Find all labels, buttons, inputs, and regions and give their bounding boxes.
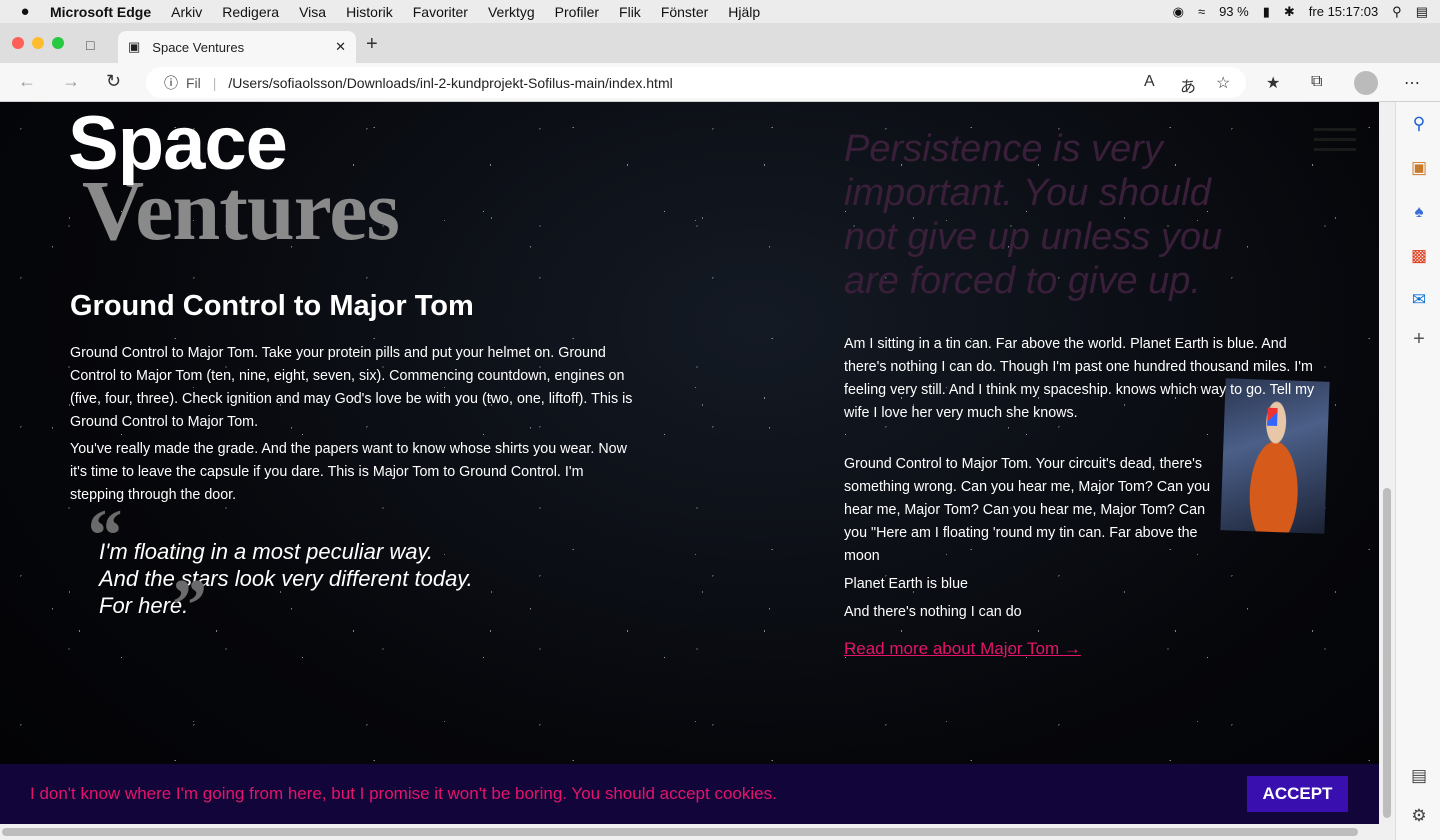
- more-menu-icon[interactable]: ⋯: [1404, 73, 1420, 93]
- search-icon[interactable]: ⚲: [1409, 114, 1429, 134]
- left-paragraph-2: You've really made the grade. And the pa…: [70, 441, 627, 503]
- horizontal-scrollbar[interactable]: [0, 824, 1379, 840]
- page-heading: Ground Control to Major Tom: [70, 290, 474, 322]
- logo-space: Space: [68, 102, 288, 186]
- reload-icon[interactable]: ↻: [106, 71, 121, 92]
- tab-bar: □ ▣ Space Ventures ✕ +: [0, 23, 1440, 63]
- right-paragraph-1: Am I sitting in a tin can. Far above the…: [844, 336, 1315, 421]
- menu-fonster[interactable]: Fönster: [661, 4, 708, 20]
- apple-icon[interactable]: ●: [0, 3, 50, 20]
- macos-menubar: ● Microsoft Edge Arkiv Redigera Visa His…: [0, 0, 1440, 23]
- right-paragraph-2: Ground Control to Major Tom. Your circui…: [844, 456, 1211, 564]
- panel-icon[interactable]: ▤: [1409, 766, 1429, 786]
- window-controls: [12, 37, 64, 49]
- battery-icon[interactable]: ▮: [1263, 4, 1270, 20]
- office-icon[interactable]: ▩: [1409, 246, 1429, 266]
- tab-title: Space Ventures: [152, 39, 245, 55]
- read-more-label[interactable]: Read more about Major Tom: [844, 639, 1059, 658]
- zoom-window-button[interactable]: [52, 37, 64, 49]
- settings-icon[interactable]: ⚙: [1409, 806, 1429, 826]
- accept-cookies-button[interactable]: ACCEPT: [1247, 776, 1348, 812]
- clock[interactable]: fre 15:17:03: [1309, 4, 1378, 19]
- quote-block: I'm floating in a most peculiar way. And…: [99, 538, 473, 619]
- menu-verktyg[interactable]: Verktyg: [488, 4, 535, 20]
- profile-avatar[interactable]: [1354, 71, 1378, 95]
- add-favorite-icon[interactable]: ☆: [1216, 73, 1230, 93]
- info-icon[interactable]: ⓘ: [164, 73, 178, 93]
- new-tab-icon[interactable]: +: [366, 33, 378, 56]
- left-paragraph-1: Ground Control to Major Tom. Take your p…: [70, 345, 633, 430]
- file-label: Fil: [186, 74, 201, 91]
- right-paragraph-3: Planet Earth is blue: [844, 576, 968, 592]
- address-bar[interactable]: ⓘ Fil | /Users/sofiaolsson/Downloads/inl…: [146, 67, 1246, 98]
- close-tab-icon[interactable]: ✕: [335, 39, 346, 55]
- scroll-thumb[interactable]: [2, 828, 1358, 836]
- creative-cloud-icon[interactable]: ◉: [1173, 4, 1184, 20]
- hamburger-menu-icon[interactable]: [1314, 128, 1356, 158]
- forward-icon[interactable]: →: [62, 71, 80, 92]
- translate-icon[interactable]: あ: [1180, 73, 1196, 97]
- menu-arkiv[interactable]: Arkiv: [171, 4, 202, 20]
- divider: |: [212, 74, 217, 91]
- battery-percent: 93 %: [1219, 4, 1249, 19]
- menu-favoriter[interactable]: Favoriter: [413, 4, 468, 20]
- status-area: ◉ ≈ 93 % ▮ ✱ fre 15:17:03 ⚲ ▤: [1173, 0, 1440, 23]
- menu-flik[interactable]: Flik: [619, 4, 641, 20]
- address-bar-row: ← → ↻ ⓘ Fil | /Users/sofiaolsson/Downloa…: [0, 63, 1440, 102]
- tab-space-ventures[interactable]: ▣ Space Ventures ✕: [118, 31, 356, 63]
- read-more-link[interactable]: Read more about Major Tom →: [844, 639, 1081, 659]
- close-window-button[interactable]: [12, 37, 24, 49]
- vertical-scrollbar[interactable]: [1379, 102, 1395, 840]
- quote-line: I'm floating in a most peculiar way.: [99, 539, 433, 564]
- back-icon[interactable]: ←: [18, 71, 36, 92]
- spotlight-icon[interactable]: ⚲: [1392, 4, 1402, 20]
- persistence-quote: Persistence is very important. You shoul…: [844, 128, 1223, 302]
- menu-profiler[interactable]: Profiler: [555, 4, 599, 20]
- menu-historik[interactable]: Historik: [346, 4, 393, 20]
- minimize-window-button[interactable]: [32, 37, 44, 49]
- scroll-thumb[interactable]: [1383, 488, 1391, 818]
- bluetooth-icon[interactable]: ✱: [1284, 4, 1295, 20]
- menu-hjalp[interactable]: Hjälp: [728, 4, 760, 20]
- cookie-text: I don't know where I'm going from here, …: [30, 784, 777, 803]
- outlook-icon[interactable]: ✉: [1409, 290, 1429, 310]
- shopping-icon[interactable]: ▣: [1409, 158, 1429, 178]
- menu-visa[interactable]: Visa: [299, 4, 326, 20]
- edge-sidebar: ⚲ ▣ ♠ ▩ ✉ + ▤ ⚙: [1395, 102, 1440, 840]
- sidebar-toggle-icon[interactable]: □: [86, 37, 94, 53]
- collections-icon[interactable]: ⧉: [1311, 73, 1322, 91]
- control-center-icon[interactable]: ▤: [1416, 4, 1428, 20]
- app-menu[interactable]: Microsoft Edge: [50, 4, 151, 20]
- web-page: Ventures Space Ground Control to Major T…: [0, 102, 1379, 840]
- arrow-right-icon[interactable]: →: [1064, 639, 1081, 658]
- read-aloud-icon[interactable]: A: [1144, 73, 1155, 91]
- wifi-icon[interactable]: ≈: [1198, 4, 1205, 19]
- quote-line: And the stars look very different today.: [99, 566, 473, 591]
- add-app-icon[interactable]: +: [1409, 328, 1429, 351]
- close-quote-icon: ”: [168, 565, 205, 647]
- right-paragraph-4: And there's nothing I can do: [844, 604, 1022, 620]
- cookie-banner: I don't know where I'm going from here, …: [0, 764, 1379, 824]
- menu-redigera[interactable]: Redigera: [222, 4, 279, 20]
- favorites-icon[interactable]: ★: [1266, 73, 1280, 93]
- page-icon: ▣: [128, 39, 141, 54]
- quote-line: For here.: [99, 593, 189, 618]
- url-text[interactable]: /Users/sofiaolsson/Downloads/inl-2-kundp…: [228, 75, 672, 91]
- games-icon[interactable]: ♠: [1409, 202, 1429, 222]
